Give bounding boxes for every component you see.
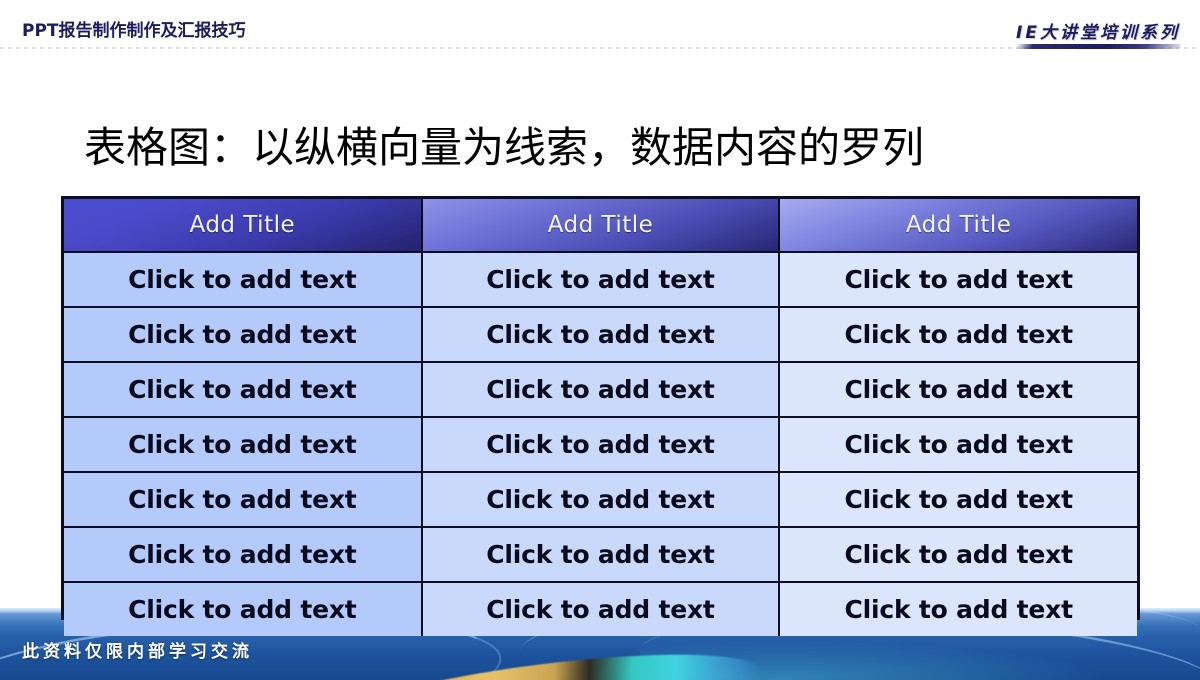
- slide-header-bar: PPT报告制作制作及汇报技巧 IE大讲堂培训系列: [0, 0, 1200, 50]
- table-cell[interactable]: Click to add text: [779, 527, 1137, 583]
- table-cell[interactable]: Click to add text: [421, 417, 781, 473]
- table-cell[interactable]: Click to add text: [64, 252, 423, 308]
- content-table: Add Title Add Title Add Title Click to a…: [64, 199, 1137, 636]
- page-title: 表格图：以纵横向量为线索，数据内容的罗列: [84, 123, 925, 172]
- header-divider-line: [0, 47, 1200, 49]
- table-cell[interactable]: Click to add text: [64, 582, 423, 636]
- table-column-header-2[interactable]: Add Title: [421, 199, 781, 253]
- table-cell[interactable]: Click to add text: [779, 472, 1137, 528]
- table-row: Click to add text Click to add text Clic…: [64, 582, 1137, 636]
- table-row: Click to add text Click to add text Clic…: [64, 417, 1137, 473]
- table-cell[interactable]: Click to add text: [779, 307, 1137, 363]
- table-cell[interactable]: Click to add text: [779, 362, 1137, 418]
- table-cell[interactable]: Click to add text: [779, 252, 1137, 308]
- table-cell[interactable]: Click to add text: [64, 472, 423, 528]
- table-header-row: Add Title Add Title Add Title: [64, 199, 1137, 253]
- table-row: Click to add text Click to add text Clic…: [64, 307, 1137, 363]
- header-title: PPT报告制作制作及汇报技巧: [22, 21, 246, 41]
- table-cell[interactable]: Click to add text: [421, 362, 781, 418]
- table-header-row-group: Add Title Add Title Add Title: [64, 199, 1137, 253]
- table-row: Click to add text Click to add text Clic…: [64, 252, 1137, 308]
- table-row: Click to add text Click to add text Clic…: [64, 472, 1137, 528]
- table-cell[interactable]: Click to add text: [421, 527, 781, 583]
- brand-logo: IE大讲堂培训系列: [1014, 18, 1182, 49]
- brand-logo-text: IE大讲堂培训系列: [1016, 23, 1180, 43]
- table-cell[interactable]: Click to add text: [421, 582, 781, 636]
- table-row: Click to add text Click to add text Clic…: [64, 527, 1137, 583]
- slide-canvas: PPT报告制作制作及汇报技巧 IE大讲堂培训系列 表格图：以纵横向量为线索，数据…: [0, 0, 1200, 680]
- table-column-header-1[interactable]: Add Title: [64, 199, 423, 253]
- table-cell[interactable]: Click to add text: [779, 582, 1137, 636]
- table-body: Click to add text Click to add text Clic…: [64, 252, 1137, 636]
- table-cell[interactable]: Click to add text: [64, 527, 423, 583]
- table-cell[interactable]: Click to add text: [421, 252, 781, 308]
- footer-confidential-notice: 此资料仅限内部学习交流: [22, 642, 253, 662]
- table-cell[interactable]: Click to add text: [64, 362, 423, 418]
- table-column-header-3[interactable]: Add Title: [779, 199, 1137, 253]
- table-cell[interactable]: Click to add text: [64, 417, 423, 473]
- table-cell[interactable]: Click to add text: [421, 472, 781, 528]
- content-table-container: Add Title Add Title Add Title Click to a…: [61, 196, 1140, 636]
- table-cell[interactable]: Click to add text: [779, 417, 1137, 473]
- table-cell[interactable]: Click to add text: [421, 307, 781, 363]
- table-cell[interactable]: Click to add text: [64, 307, 423, 363]
- table-row: Click to add text Click to add text Clic…: [64, 362, 1137, 418]
